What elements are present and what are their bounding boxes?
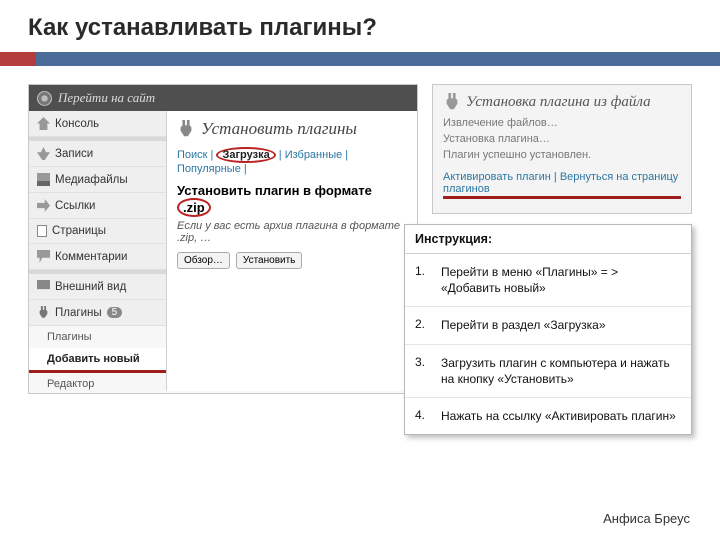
plug-icon (177, 120, 195, 138)
sidebar-item-links[interactable]: Ссылки (29, 193, 166, 219)
instruction-step: 4. Нажать на ссылку «Активировать плагин… (405, 398, 691, 434)
wp-screenshot-main: Перейти на сайт Консоль Записи Медиафайл… (28, 84, 418, 394)
sidebar-item-posts[interactable]: Записи (29, 137, 166, 167)
sidebar-item-plugins[interactable]: Плагины 5 (29, 300, 166, 326)
wp-screenshot-result: Установка плагина из файла Извлечение фа… (432, 84, 692, 214)
file-install-heading-text: Установка плагина из файла (466, 94, 651, 111)
instruction-box: Инструкция: 1. Перейти в меню «Плагины» … (404, 224, 692, 435)
sep: | (551, 171, 560, 183)
slide-title: Как устанавливать плагины? (28, 14, 720, 42)
wp-main-pane: Установить плагины Поиск | Загрузка | Из… (167, 111, 417, 391)
sidebar-sub-editor[interactable]: Редактор (29, 373, 166, 394)
sidebar-label: Страницы (52, 225, 106, 237)
wp-sidebar: Консоль Записи Медиафайлы Ссылки Страниц… (29, 111, 167, 391)
tab-popular[interactable]: Популярные (177, 163, 241, 175)
success-line: Плагин успешно установлен. (443, 149, 681, 161)
browse-button[interactable]: Обзор… (177, 252, 230, 269)
sidebar-label: Плагины (55, 307, 102, 319)
extract-line: Извлечение файлов… (443, 117, 681, 129)
install-subheading-prefix: Установить плагин в формате (177, 183, 372, 198)
wp-admin-header: Перейти на сайт (29, 85, 417, 111)
install-heading-text: Установить плагины (201, 119, 357, 139)
sidebar-item-appearance[interactable]: Внешний вид (29, 270, 166, 300)
step-text: Загрузить плагин с компьютера и нажать н… (441, 355, 681, 387)
plug-icon (443, 93, 461, 111)
sidebar-sub-add-new[interactable]: Добавить новый (29, 348, 166, 373)
pin-icon (37, 147, 50, 160)
sidebar-item-media[interactable]: Медиафайлы (29, 167, 166, 193)
step-text: Перейти в раздел «Загрузка» (441, 317, 681, 333)
sidebar-label: Ссылки (55, 200, 96, 212)
instruction-step: 3. Загрузить плагин с компьютера и нажат… (405, 345, 691, 398)
install-subtext: Если у вас есть архив плагина в формате … (177, 220, 407, 244)
sidebar-item-comments[interactable]: Комментарии (29, 244, 166, 270)
install-tabs: Поиск | Загрузка | Избранные | Популярны… (177, 147, 407, 175)
step-text: Перейти в меню «Плагины» = > «Добавить н… (441, 264, 681, 296)
sidebar-item-pages[interactable]: Страницы (29, 219, 166, 244)
install-plugins-heading: Установить плагины (177, 119, 407, 139)
sidebar-label: Медиафайлы (55, 174, 128, 186)
wordpress-logo-icon (37, 91, 52, 106)
instruction-title: Инструкция: (405, 225, 691, 254)
step-number: 3. (415, 355, 429, 387)
tab-featured[interactable]: Избранные (285, 149, 343, 161)
house-icon (37, 117, 50, 130)
sidebar-sub-plugins[interactable]: Плагины (29, 326, 166, 348)
slide-author: Анфиса Бреус (603, 511, 690, 526)
activate-link[interactable]: Активировать плагин (443, 171, 551, 183)
plug-icon (37, 306, 50, 319)
step-number: 1. (415, 264, 429, 296)
tab-search[interactable]: Поиск (177, 149, 207, 161)
sidebar-label: Комментарии (55, 251, 127, 263)
install-button[interactable]: Установить (236, 252, 303, 269)
install-subheading: Установить плагин в формате .zip (177, 183, 407, 217)
wp-site-link[interactable]: Перейти на сайт (58, 90, 155, 106)
wp-admin-body: Консоль Записи Медиафайлы Ссылки Страниц… (29, 111, 417, 391)
page-icon (37, 225, 47, 237)
accent-red (0, 52, 36, 66)
install-line: Установка плагина… (443, 133, 681, 145)
file-install-heading: Установка плагина из файла (443, 93, 681, 111)
step-number: 2. (415, 317, 429, 333)
step-number: 4. (415, 408, 429, 424)
zip-highlight: .zip (177, 198, 211, 217)
file-upload-row: Обзор… Установить (177, 252, 407, 269)
plugins-update-badge: 5 (107, 307, 123, 318)
sidebar-label: Внешний вид (55, 281, 126, 293)
accent-blue (36, 52, 720, 66)
stage: Перейти на сайт Консоль Записи Медиафайл… (0, 84, 720, 484)
title-accent (0, 52, 720, 66)
tab-upload[interactable]: Загрузка (216, 147, 275, 163)
step-text: Нажать на ссылку «Активировать плагин» (441, 408, 681, 424)
comment-icon (37, 250, 50, 263)
result-links: Активировать плагин | Вернуться на стран… (443, 171, 681, 199)
media-icon (37, 173, 50, 186)
appearance-icon (37, 280, 50, 293)
slide-title-area: Как устанавливать плагины? (0, 0, 720, 42)
instruction-step: 2. Перейти в раздел «Загрузка» (405, 307, 691, 344)
sidebar-label: Консоль (55, 118, 99, 130)
instruction-step: 1. Перейти в меню «Плагины» = > «Добавит… (405, 254, 691, 307)
link-icon (37, 199, 50, 212)
sidebar-label: Записи (55, 148, 93, 160)
sidebar-item-console[interactable]: Консоль (29, 111, 166, 137)
